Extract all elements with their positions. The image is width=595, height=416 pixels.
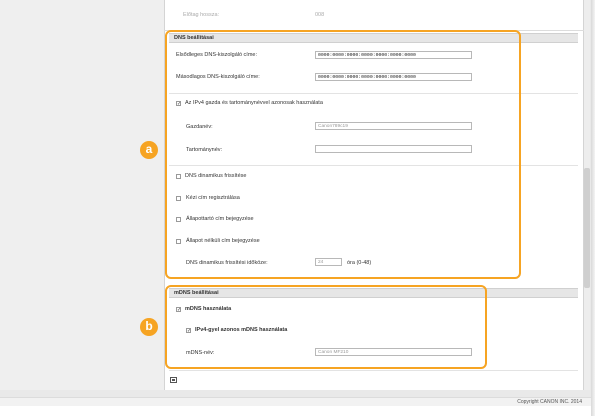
scrollbar-thumb[interactable]	[584, 168, 590, 288]
divider	[169, 370, 578, 371]
callout-badge-a: a	[140, 141, 158, 159]
highlight-box-a	[165, 30, 521, 279]
page-top-icon[interactable]	[170, 377, 177, 383]
copyright-text: Copyright CANON INC. 2014	[517, 399, 582, 405]
prefix-length-value: 008	[315, 12, 325, 18]
scrollbar[interactable]	[584, 0, 590, 390]
prefix-length-label: Előtag hossza:	[183, 12, 220, 18]
highlight-box-b	[165, 285, 487, 369]
page-shadow	[591, 0, 595, 416]
sidebar	[0, 0, 164, 390]
footer: Copyright CANON INC. 2014	[0, 397, 591, 406]
callout-badge-b: b	[140, 318, 158, 336]
